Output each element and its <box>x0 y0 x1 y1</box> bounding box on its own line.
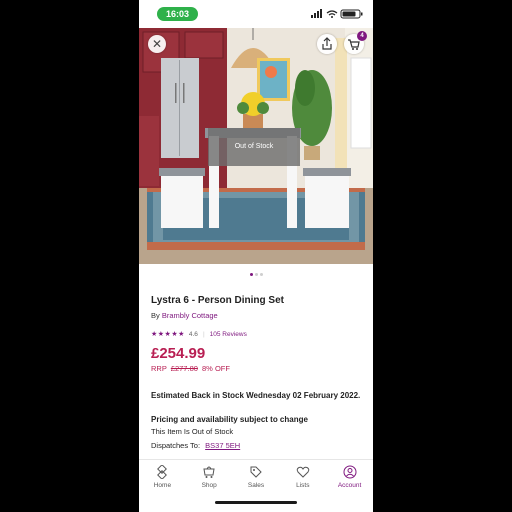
estimated-stock-date: Estimated Back in Stock Wednesday 02 Feb… <box>151 391 361 400</box>
nav-shop[interactable]: Shop <box>186 460 233 495</box>
brand-link[interactable]: Brambly Cottage <box>162 311 218 320</box>
divider: | <box>202 330 205 338</box>
nav-label: Shop <box>201 482 217 489</box>
shop-icon <box>203 466 215 478</box>
carousel-dot[interactable] <box>249 273 253 276</box>
cart-count-badge: 4 <box>357 31 367 41</box>
carousel-dot[interactable] <box>259 273 263 276</box>
carousel-dot[interactable] <box>254 273 258 276</box>
nav-label: Lists <box>296 482 310 489</box>
dispatch-row: Dispatches To: BS37 5EH <box>151 441 240 450</box>
phone-screen: 16:03 ✕ 4 Out of Stock Lystra 6 - Person… <box>139 0 373 512</box>
nav-lists[interactable]: Lists <box>279 460 326 495</box>
out-of-stock-overlay: Out of Stock <box>208 128 300 166</box>
brand-line: By Brambly Cottage <box>151 311 218 320</box>
dispatch-label: Dispatches To: <box>151 441 201 450</box>
nav-sales[interactable]: Sales <box>233 460 280 495</box>
status-icons <box>311 9 363 19</box>
product-price: £254.99 <box>151 345 206 362</box>
nav-home[interactable]: Home <box>139 460 186 495</box>
discount-badge: 8% OFF <box>202 364 230 373</box>
heart-icon <box>296 466 310 478</box>
account-icon <box>343 465 357 479</box>
cart-button[interactable]: 4 <box>344 31 367 54</box>
star-rating-icon: ★★★★★ <box>151 331 185 338</box>
nav-label: Home <box>153 482 172 489</box>
reviews-link[interactable]: 105 Reviews <box>210 331 247 338</box>
close-button[interactable]: ✕ <box>148 35 166 53</box>
status-bar: 16:03 <box>139 0 373 28</box>
nav-account[interactable]: Account <box>326 460 373 495</box>
nav-label: Account <box>337 482 362 489</box>
close-icon: ✕ <box>151 37 163 51</box>
rrp-row: RRP £277.80 8% OFF <box>151 364 230 373</box>
share-button[interactable] <box>317 34 337 54</box>
brand-prefix: By <box>151 311 160 320</box>
home-icon <box>157 465 168 479</box>
home-indicator <box>215 501 297 504</box>
postcode-link[interactable]: BS37 5EH <box>205 441 240 450</box>
rating-row: ★★★★★ 4.6 | 105 Reviews <box>151 329 247 339</box>
tag-icon <box>250 466 262 478</box>
out-of-stock-note: This Item Is Out of Stock <box>151 427 234 436</box>
status-time: 16:03 <box>157 7 198 21</box>
rating-value: 4.6 <box>188 330 198 338</box>
product-image[interactable]: ✕ 4 Out of Stock <box>139 28 373 264</box>
product-title: Lystra 6 - Person Dining Set <box>151 295 284 306</box>
share-icon <box>322 37 332 50</box>
rrp-label: RRP <box>151 364 167 373</box>
bottom-nav: Home Shop Sales Lists Account <box>139 459 373 495</box>
nav-label: Sales <box>247 482 265 489</box>
rrp-price: £277.80 <box>170 364 198 373</box>
pricing-note: Pricing and availability subject to chan… <box>151 415 308 424</box>
carousel-dots <box>139 273 373 279</box>
